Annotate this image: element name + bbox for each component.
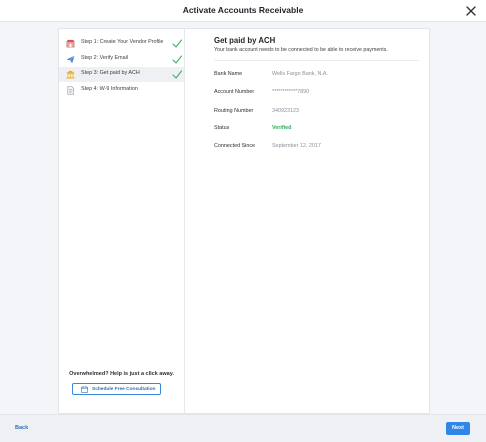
bank-name-value: Wells Fargo Bank, N.A. [272, 71, 328, 77]
account-number-value: ************7890 [272, 89, 310, 95]
wizard-card: Step 1: Create Your Vendor Profile Step … [58, 28, 430, 414]
connected-since-label: Connected Since [214, 143, 256, 149]
checkmark-icon [172, 39, 182, 48]
divider [214, 60, 419, 61]
calendar-icon [81, 386, 88, 393]
page-title: Get paid by ACH [214, 36, 276, 45]
document-icon [67, 86, 74, 95]
routing-number-label: Routing Number [214, 108, 254, 114]
paper-plane-icon [66, 55, 75, 64]
store-icon [66, 39, 75, 48]
next-button[interactable]: Next [446, 422, 470, 435]
step-create-vendor-profile[interactable]: Step 1: Create Your Vendor Profile [59, 36, 184, 51]
back-button[interactable]: Back [15, 425, 28, 431]
ach-content-panel: Get paid by ACH Your bank account needs … [185, 29, 430, 413]
checkmark-icon [172, 55, 182, 64]
modal-title: Activate Accounts Receivable [182, 5, 304, 15]
modal-header: Activate Accounts Receivable [0, 0, 486, 22]
checkmark-icon [172, 70, 182, 79]
step-verify-email[interactable]: Step 2: Verify Email [59, 52, 184, 67]
page-subtitle: Your bank account needs to be connected … [214, 47, 388, 53]
status-badge: Verified [272, 125, 292, 131]
step-label: Step 4: W-9 Information [81, 86, 138, 92]
modal-footer: Back Next [0, 414, 486, 442]
step-w9-information[interactable]: Step 4: W-9 Information [59, 83, 184, 98]
account-number-label: Account Number [214, 89, 255, 95]
schedule-consultation-label: Schedule Free Consultation [92, 386, 156, 392]
status-label: Status [214, 125, 230, 131]
bank-name-label: Bank Name [214, 71, 243, 77]
steps-sidebar: Step 1: Create Your Vendor Profile Step … [59, 29, 185, 413]
connected-since-value: September 12, 2017 [272, 143, 321, 149]
routing-number-value: 340923123 [272, 108, 299, 114]
help-text: Overwhelmed? Help is just a click away. [69, 371, 174, 377]
step-get-paid-ach[interactable]: Step 3: Get paid by ACH [59, 67, 184, 82]
step-label: Step 3: Get paid by ACH [81, 70, 140, 76]
bank-icon [66, 70, 75, 79]
step-label: Step 2: Verify Email [81, 55, 129, 61]
step-label: Step 1: Create Your Vendor Profile [81, 39, 164, 45]
close-icon[interactable] [465, 5, 477, 17]
schedule-consultation-button[interactable]: Schedule Free Consultation [72, 383, 161, 395]
